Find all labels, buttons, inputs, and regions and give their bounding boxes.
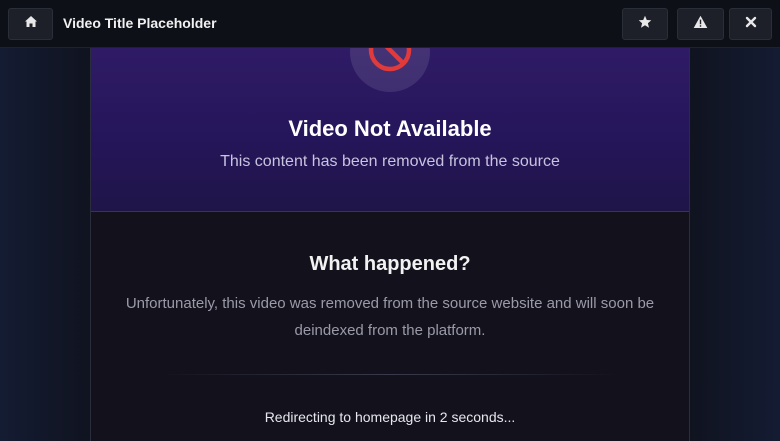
favorite-button[interactable]	[622, 8, 668, 40]
home-icon	[24, 15, 38, 33]
top-bar: Video Title Placeholder	[0, 0, 780, 48]
star-icon	[638, 15, 652, 34]
notice-subtitle: This content has been removed from the s…	[220, 153, 560, 170]
ban-icon	[366, 48, 414, 79]
close-icon	[745, 15, 757, 33]
divider	[161, 374, 619, 375]
redirect-notice: Redirecting to homepage in 2 seconds...	[264, 409, 516, 425]
details-heading: What happened?	[309, 253, 471, 275]
warning-icon	[693, 15, 708, 34]
details-message: Unfortunately, this video was removed fr…	[125, 295, 655, 339]
unavailable-card: Video Not Available This content has bee…	[90, 48, 690, 441]
ban-icon-container	[350, 48, 430, 92]
page-title: Video Title Placeholder	[63, 15, 217, 31]
close-button[interactable]	[729, 8, 772, 40]
notice-header: Video Not Available This content has bee…	[91, 48, 689, 212]
report-button[interactable]	[677, 8, 724, 40]
home-button[interactable]	[8, 8, 53, 40]
notice-title: Video Not Available	[288, 116, 492, 141]
